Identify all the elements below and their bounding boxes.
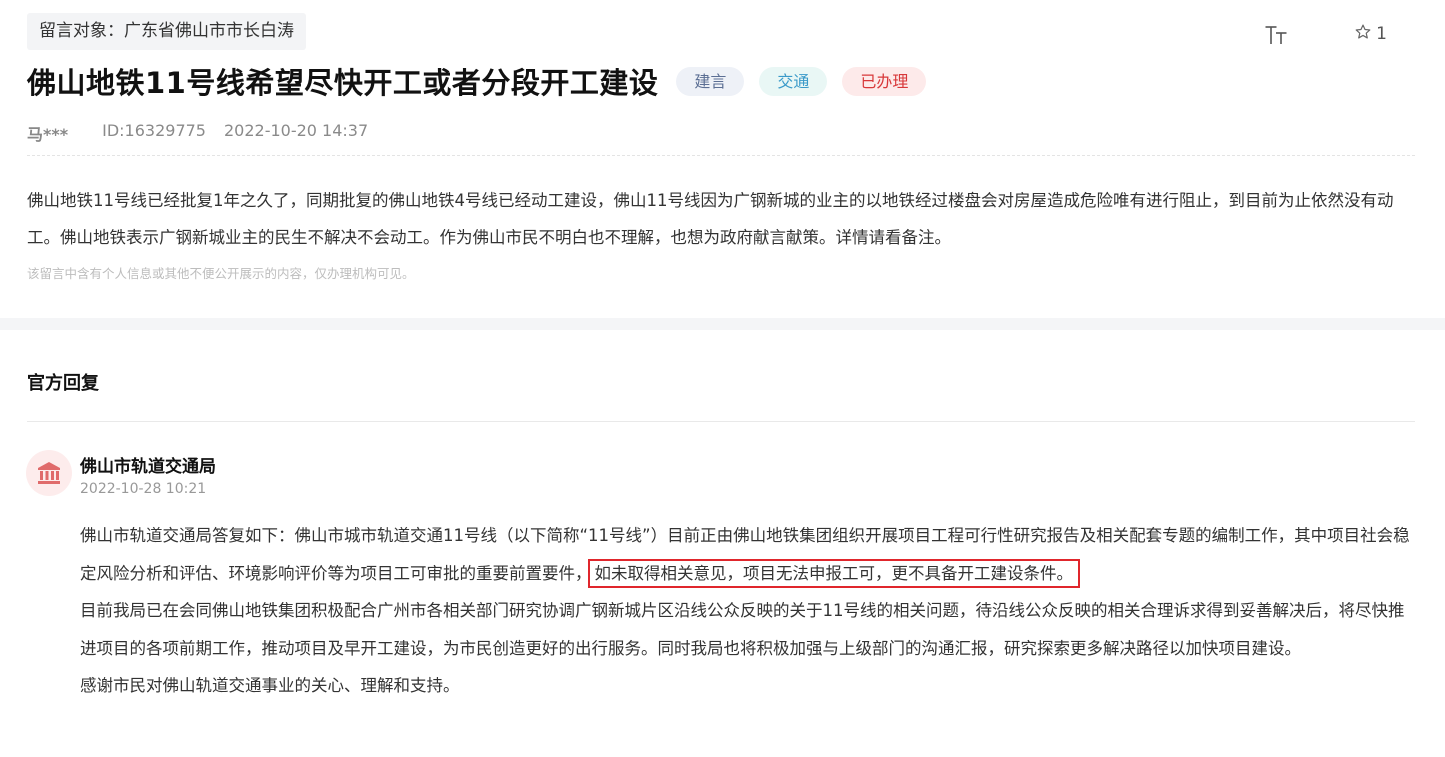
star-outline-icon [1354, 22, 1372, 46]
reply-divider [27, 421, 1415, 422]
text-size-icon [1264, 24, 1288, 46]
message-target-tag: 留言对象：广东省佛山市市长白涛 [27, 13, 306, 50]
message-meta: 马*** ID:16329775 2022-10-20 14:37 [27, 121, 368, 145]
category-tag-suggestion[interactable]: 建言 [676, 66, 745, 96]
category-tag-traffic[interactable]: 交通 [759, 66, 828, 96]
favorite-count: 1 [1376, 24, 1387, 44]
reply-content: 佛山市轨道交通局答复如下：佛山市城市轨道交通11号线（以下简称“11号线”）目前… [80, 517, 1420, 705]
reply-date: 2022-10-28 10:21 [80, 481, 207, 497]
reply-paragraph-3: 感谢市民对佛山轨道交通事业的关心、理解和支持。 [80, 676, 460, 695]
reply-department: 佛山市轨道交通局 [80, 457, 216, 477]
section-divider-band [0, 318, 1445, 330]
status-badge: 已办理 [842, 66, 927, 96]
message-title: 佛山地铁11号线希望尽快开工或者分段开工建设 [27, 66, 659, 100]
reply-section-title: 官方回复 [27, 373, 99, 394]
highlighted-sentence: 如未取得相关意见，项目无法申报工可，更不具备开工建设条件。 [587, 558, 1080, 588]
reply-paragraph-2: 目前我局已在会同佛山地铁集团积极配合广州市各相关部门研究协调广钢新城片区沿线公众… [80, 601, 1405, 658]
reply-paragraph-1: 佛山市轨道交通局答复如下：佛山市城市轨道交通11号线（以下简称“11号线”）目前… [80, 517, 1420, 592]
message-content: 佛山地铁11号线已经批复1年之久了，同期批复的佛山地铁4号线已经动工建设，佛山1… [27, 191, 1394, 247]
message-toolbar: 1 [1262, 22, 1387, 46]
avatar [26, 450, 72, 496]
government-building-icon [36, 460, 62, 486]
meta-divider [27, 155, 1415, 156]
privacy-notice: 该留言中含有个人信息或其他不便公开展示的内容，仅办理机构可见。 [27, 266, 415, 281]
message-datetime: 2022-10-20 14:37 [223, 121, 369, 140]
favorite-button[interactable]: 1 [1354, 22, 1387, 46]
message-author: 马*** [27, 125, 69, 144]
title-row: 佛山地铁11号线希望尽快开工或者分段开工建设 建言 交通 已办理 [27, 60, 941, 102]
message-id: ID:16329775 [102, 121, 206, 140]
text-size-button[interactable] [1262, 22, 1290, 46]
